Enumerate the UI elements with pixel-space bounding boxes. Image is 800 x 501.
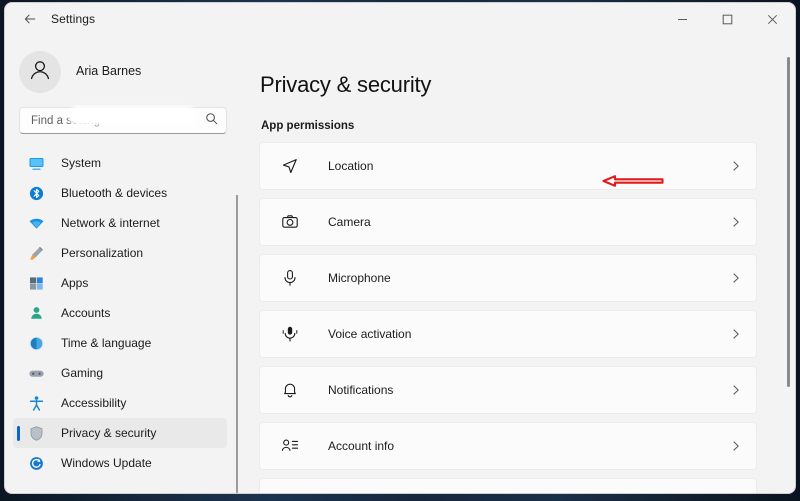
sidebar-item-time-language[interactable]: Time & language bbox=[13, 328, 227, 358]
minimize-button[interactable] bbox=[660, 3, 705, 35]
sidebar: Aria Barnes Find a setting System Blueto… bbox=[5, 35, 241, 493]
accessibility-icon bbox=[27, 394, 45, 412]
sidebar-nav: System Bluetooth & devices Network & int… bbox=[5, 148, 241, 478]
paintbrush-icon bbox=[27, 244, 45, 262]
clock-globe-icon bbox=[27, 334, 45, 352]
permission-row-camera[interactable]: Camera bbox=[259, 198, 757, 246]
sidebar-item-network-internet[interactable]: Network & internet bbox=[13, 208, 227, 238]
sidebar-item-personalization[interactable]: Personalization bbox=[13, 238, 227, 268]
permission-label: Camera bbox=[328, 215, 371, 229]
title-bar: Settings bbox=[5, 3, 795, 35]
maximize-button[interactable] bbox=[705, 3, 750, 35]
permissions-list: Location Camera Microphone Voice activat… bbox=[259, 142, 795, 493]
permission-row-location[interactable]: Location bbox=[259, 142, 757, 190]
back-button[interactable] bbox=[15, 5, 45, 33]
avatar bbox=[19, 51, 61, 93]
email-redaction-overlay bbox=[71, 109, 194, 122]
minimize-icon bbox=[677, 14, 688, 25]
wifi-icon bbox=[27, 214, 45, 232]
chevron-right-icon[interactable] bbox=[730, 328, 742, 340]
permission-row-contacts[interactable]: Contacts bbox=[259, 478, 757, 493]
sidebar-item-label: Privacy & security bbox=[61, 426, 157, 440]
sidebar-item-label: Accessibility bbox=[61, 396, 127, 410]
profile-name: Aria Barnes bbox=[76, 64, 142, 78]
microphone-icon bbox=[280, 268, 300, 288]
permission-label: Voice activation bbox=[328, 327, 412, 341]
close-button[interactable] bbox=[750, 3, 795, 35]
sidebar-item-label: Windows Update bbox=[61, 456, 152, 470]
contacts-icon bbox=[280, 492, 300, 493]
content-scrollbar[interactable] bbox=[787, 57, 790, 387]
chevron-right-icon[interactable] bbox=[730, 216, 742, 228]
permission-label: Location bbox=[328, 159, 374, 173]
settings-window: Settings Aria Barnes Find a setting Syst… bbox=[4, 2, 796, 494]
location-arrow-icon bbox=[280, 156, 300, 176]
window-controls bbox=[660, 3, 795, 35]
user-profile[interactable]: Aria Barnes bbox=[5, 41, 241, 122]
sidebar-item-label: System bbox=[61, 156, 102, 170]
sidebar-item-label: Network & internet bbox=[61, 216, 160, 230]
voice-activation-icon bbox=[280, 324, 300, 344]
sidebar-item-label: Apps bbox=[61, 276, 89, 290]
permission-row-microphone[interactable]: Microphone bbox=[259, 254, 757, 302]
main-content: Privacy & security App permissions Locat… bbox=[241, 35, 795, 493]
camera-icon bbox=[280, 212, 300, 232]
sidebar-item-system[interactable]: System bbox=[13, 148, 227, 178]
gamepad-icon bbox=[27, 364, 45, 382]
sidebar-item-privacy-security[interactable]: Privacy & security bbox=[13, 418, 227, 448]
bell-icon bbox=[280, 380, 300, 400]
system-monitor-icon bbox=[27, 154, 45, 172]
permission-label: Notifications bbox=[328, 383, 394, 397]
sidebar-item-gaming[interactable]: Gaming bbox=[13, 358, 227, 388]
app-title: Settings bbox=[51, 12, 96, 26]
section-heading: App permissions bbox=[261, 120, 355, 132]
sidebar-item-label: Time & language bbox=[61, 336, 152, 350]
sidebar-item-label: Gaming bbox=[61, 366, 104, 380]
sidebar-item-apps[interactable]: Apps bbox=[13, 268, 227, 298]
sidebar-scrollbar[interactable] bbox=[236, 195, 238, 493]
shield-icon bbox=[27, 424, 45, 442]
selection-indicator bbox=[17, 426, 20, 441]
account-info-icon bbox=[280, 436, 300, 456]
sidebar-item-label: Personalization bbox=[61, 246, 144, 260]
chevron-right-icon[interactable] bbox=[730, 440, 742, 452]
chevron-right-icon[interactable] bbox=[730, 160, 742, 172]
chevron-right-icon[interactable] bbox=[730, 384, 742, 396]
sidebar-item-label: Bluetooth & devices bbox=[61, 186, 168, 200]
update-refresh-icon bbox=[27, 454, 45, 472]
permission-row-voice-activation[interactable]: Voice activation bbox=[259, 310, 757, 358]
sidebar-item-label: Accounts bbox=[61, 306, 111, 320]
sidebar-item-accessibility[interactable]: Accessibility bbox=[13, 388, 227, 418]
accounts-person-icon bbox=[27, 304, 45, 322]
back-arrow-icon bbox=[23, 12, 37, 26]
search-icon[interactable] bbox=[205, 112, 218, 130]
maximize-icon bbox=[722, 14, 733, 25]
sidebar-item-accounts[interactable]: Accounts bbox=[13, 298, 227, 328]
close-icon bbox=[767, 14, 778, 25]
chevron-right-icon[interactable] bbox=[730, 272, 742, 284]
permission-label: Account info bbox=[328, 439, 395, 453]
permission-label: Microphone bbox=[328, 271, 391, 285]
apps-icon bbox=[27, 274, 45, 292]
page-title: Privacy & security bbox=[260, 72, 432, 97]
sidebar-item-bluetooth-devices[interactable]: Bluetooth & devices bbox=[13, 178, 227, 208]
sidebar-item-windows-update[interactable]: Windows Update bbox=[13, 448, 227, 478]
profile-text: Aria Barnes bbox=[76, 64, 141, 80]
bluetooth-icon bbox=[27, 184, 45, 202]
permission-row-account-info[interactable]: Account info bbox=[259, 422, 757, 470]
permission-row-notifications[interactable]: Notifications bbox=[259, 366, 757, 414]
window-body: Aria Barnes Find a setting System Blueto… bbox=[5, 35, 795, 493]
person-avatar-icon bbox=[27, 57, 53, 88]
